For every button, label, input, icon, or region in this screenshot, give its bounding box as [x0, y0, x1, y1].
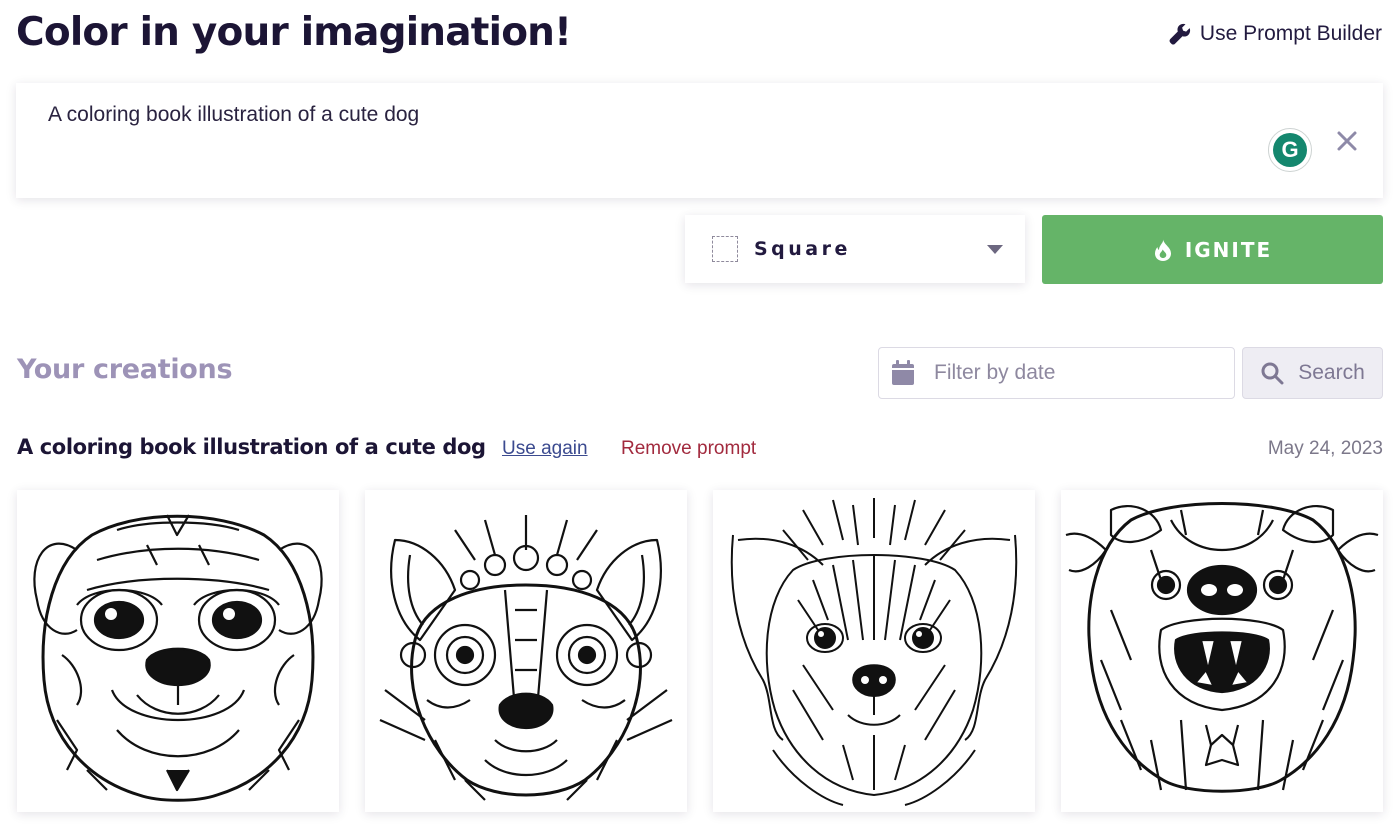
bear-dog-coloring-illustration	[1065, 502, 1379, 793]
wrench-icon	[1169, 23, 1191, 45]
search-icon	[1261, 362, 1284, 385]
creation-group-header: A coloring book illustration of a cute d…	[17, 434, 1383, 466]
creation-image-shaggy-dog[interactable]	[713, 490, 1035, 812]
creation-date: May 24, 2023	[1267, 438, 1383, 459]
search-button[interactable]: Search	[1242, 347, 1383, 399]
remove-prompt-link[interactable]: Remove prompt	[621, 438, 756, 460]
aspect-ratio-select[interactable]: Square	[685, 215, 1025, 283]
creation-image-bear-dog[interactable]	[1061, 490, 1383, 812]
grammarly-icon[interactable]: G	[1268, 128, 1312, 172]
ignite-button[interactable]: IGNITE	[1042, 215, 1383, 284]
grammarly-letter: G	[1273, 133, 1307, 167]
chevron-down-icon	[987, 245, 1003, 254]
close-icon[interactable]	[1334, 128, 1360, 154]
creation-image-raccoon[interactable]	[365, 490, 687, 812]
use-again-link[interactable]: Use again	[502, 438, 588, 460]
search-label: Search	[1298, 361, 1365, 384]
prompt-builder-label: Use Prompt Builder	[1199, 22, 1382, 45]
flame-icon	[1154, 238, 1171, 261]
use-prompt-builder-link[interactable]: Use Prompt Builder	[1168, 22, 1382, 46]
creation-image-pug[interactable]	[17, 490, 339, 812]
date-filter-input[interactable]	[932, 360, 1226, 386]
ignite-label: IGNITE	[1184, 237, 1273, 262]
pug-coloring-illustration	[33, 514, 323, 802]
page-title: Color in your imagination!	[16, 10, 572, 55]
prompt-input-box[interactable]: A coloring book illustration of a cute d…	[16, 83, 1383, 198]
prompt-input[interactable]: A coloring book illustration of a cute d…	[48, 103, 419, 127]
shaggy-dog-coloring-illustration	[730, 498, 1018, 806]
date-filter[interactable]	[878, 347, 1235, 399]
calendar-icon	[892, 360, 914, 385]
square-dashed-icon	[712, 236, 738, 262]
creation-prompt-title: A coloring book illustration of a cute d…	[17, 435, 486, 459]
creations-heading: Your creations	[17, 354, 233, 385]
aspect-ratio-value: Square	[754, 238, 851, 260]
raccoon-coloring-illustration	[379, 515, 673, 801]
